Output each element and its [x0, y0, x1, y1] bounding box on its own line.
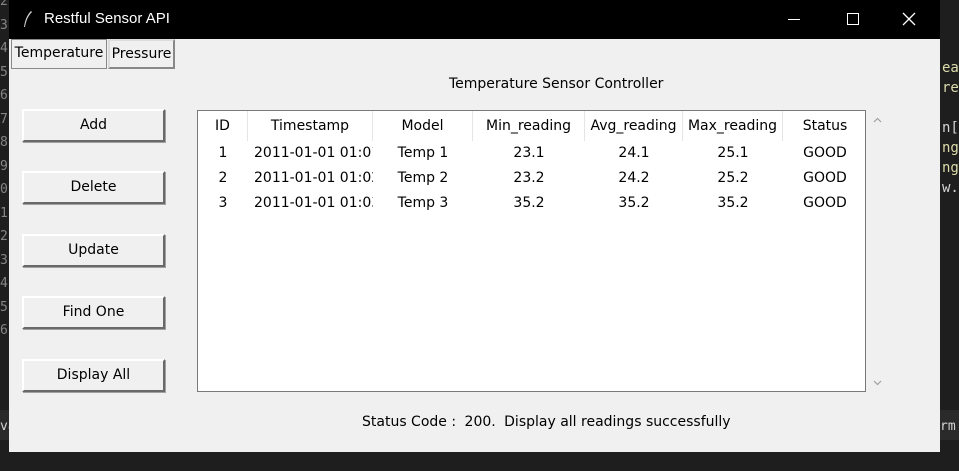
- cell-avg-reading: 24.2: [618, 170, 650, 186]
- readings-table[interactable]: ID Timestamp Model Min_reading Avg_readi…: [197, 110, 866, 392]
- window-title: Restful Sensor API: [44, 10, 170, 27]
- cell-model: Temp 1: [397, 145, 449, 161]
- minimize-icon: [788, 19, 800, 20]
- cell-timestamp: 2011-01-01 01:02:: [254, 170, 373, 186]
- cell-max-reading: 25.1: [717, 145, 749, 161]
- table-row[interactable]: 1 2011-01-01 01:01: Temp 1 23.1 24.1 25.…: [198, 141, 865, 166]
- code-fragment: ng: [942, 160, 959, 176]
- column-header-avg-reading[interactable]: Avg_reading: [585, 111, 683, 141]
- delete-button[interactable]: Delete: [22, 171, 165, 204]
- cell-min-reading: 35.2: [513, 195, 545, 211]
- code-fragment: w.: [942, 180, 959, 196]
- line-number: 1: [0, 205, 8, 221]
- table-row[interactable]: 3 2011-01-01 01:03: Temp 3 35.2 35.2 35.…: [198, 191, 865, 216]
- line-number: 4: [0, 276, 8, 291]
- line-number: 3: [0, 252, 8, 268]
- cell-min-reading: 23.2: [513, 170, 545, 186]
- line-number: 0: [0, 182, 8, 197]
- line-number: 6: [0, 88, 8, 103]
- status-code: 200.: [464, 414, 496, 430]
- cell-timestamp: 2011-01-01 01:03:: [254, 195, 373, 211]
- column-header-status[interactable]: Status: [783, 111, 865, 141]
- column-header-min-reading[interactable]: Min_reading: [473, 111, 585, 141]
- display-all-button[interactable]: Display All: [22, 359, 165, 392]
- cell-max-reading: 35.2: [717, 195, 749, 211]
- cell-status: GOOD: [803, 145, 847, 161]
- column-header-id[interactable]: ID: [198, 111, 248, 141]
- cell-model: Temp 3: [397, 195, 449, 211]
- line-number: 4: [0, 41, 8, 56]
- chevron-up-icon[interactable]: [873, 116, 882, 125]
- cell-timestamp: 2011-01-01 01:01:: [254, 145, 373, 161]
- line-number: 5: [0, 64, 8, 80]
- column-header-max-reading[interactable]: Max_reading: [683, 111, 783, 141]
- status-bar: Status Code : 200. Display all readings …: [362, 414, 731, 430]
- code-fragment: n[: [942, 120, 959, 136]
- cell-model: Temp 2: [397, 170, 449, 186]
- tab-pressure[interactable]: Pressure: [108, 39, 175, 69]
- cell-avg-reading: 35.2: [618, 195, 650, 211]
- maximize-button[interactable]: [829, 0, 875, 39]
- cell-id: 3: [218, 195, 228, 211]
- cell-max-reading: 25.2: [717, 170, 749, 186]
- table-header: ID Timestamp Model Min_reading Avg_readi…: [198, 111, 865, 141]
- cell-status: GOOD: [803, 195, 847, 211]
- add-button[interactable]: Add: [22, 109, 165, 142]
- code-fragment: ea: [942, 60, 959, 76]
- column-header-model[interactable]: Model: [373, 111, 473, 141]
- cell-min-reading: 23.1: [513, 145, 545, 161]
- cell-id: 1: [218, 145, 228, 161]
- code-fragment: re: [942, 80, 959, 96]
- code-fragment: ng: [942, 140, 959, 156]
- table-row[interactable]: 2 2011-01-01 01:02: Temp 2 23.2 24.2 25.…: [198, 166, 865, 191]
- line-number: 7: [0, 111, 8, 127]
- table-scrollbar[interactable]: [869, 110, 886, 392]
- close-button[interactable]: [886, 0, 932, 39]
- title-bar[interactable]: Restful Sensor API: [9, 0, 940, 39]
- column-header-timestamp[interactable]: Timestamp: [248, 111, 373, 141]
- app-window: Restful Sensor API Temperature Pressure …: [9, 0, 940, 452]
- status-label: Status Code :: [362, 414, 457, 430]
- line-number: 6: [0, 323, 8, 338]
- line-number: 8: [0, 135, 8, 150]
- background-text-right: rm: [940, 419, 956, 434]
- feather-icon: [24, 11, 32, 27]
- line-number: 2: [0, 229, 8, 244]
- line-number: 3: [0, 17, 8, 33]
- find-one-button[interactable]: Find One: [22, 296, 165, 329]
- cell-avg-reading: 24.1: [618, 145, 650, 161]
- status-message: Display all readings successfully: [504, 414, 731, 430]
- close-icon: [902, 12, 916, 26]
- page-title: Temperature Sensor Controller: [449, 76, 664, 92]
- line-number: 9: [0, 158, 8, 174]
- maximize-icon: [847, 13, 859, 25]
- update-button[interactable]: Update: [22, 234, 165, 267]
- line-number: 5: [0, 299, 8, 315]
- cell-status: GOOD: [803, 170, 847, 186]
- background-code: ea re n[ ng ng w.: [940, 60, 959, 260]
- chevron-down-icon[interactable]: [873, 378, 882, 387]
- cell-id: 2: [218, 170, 228, 186]
- tab-temperature[interactable]: Temperature: [11, 39, 107, 69]
- minimize-button[interactable]: [771, 0, 817, 39]
- line-number: 2: [0, 0, 8, 9]
